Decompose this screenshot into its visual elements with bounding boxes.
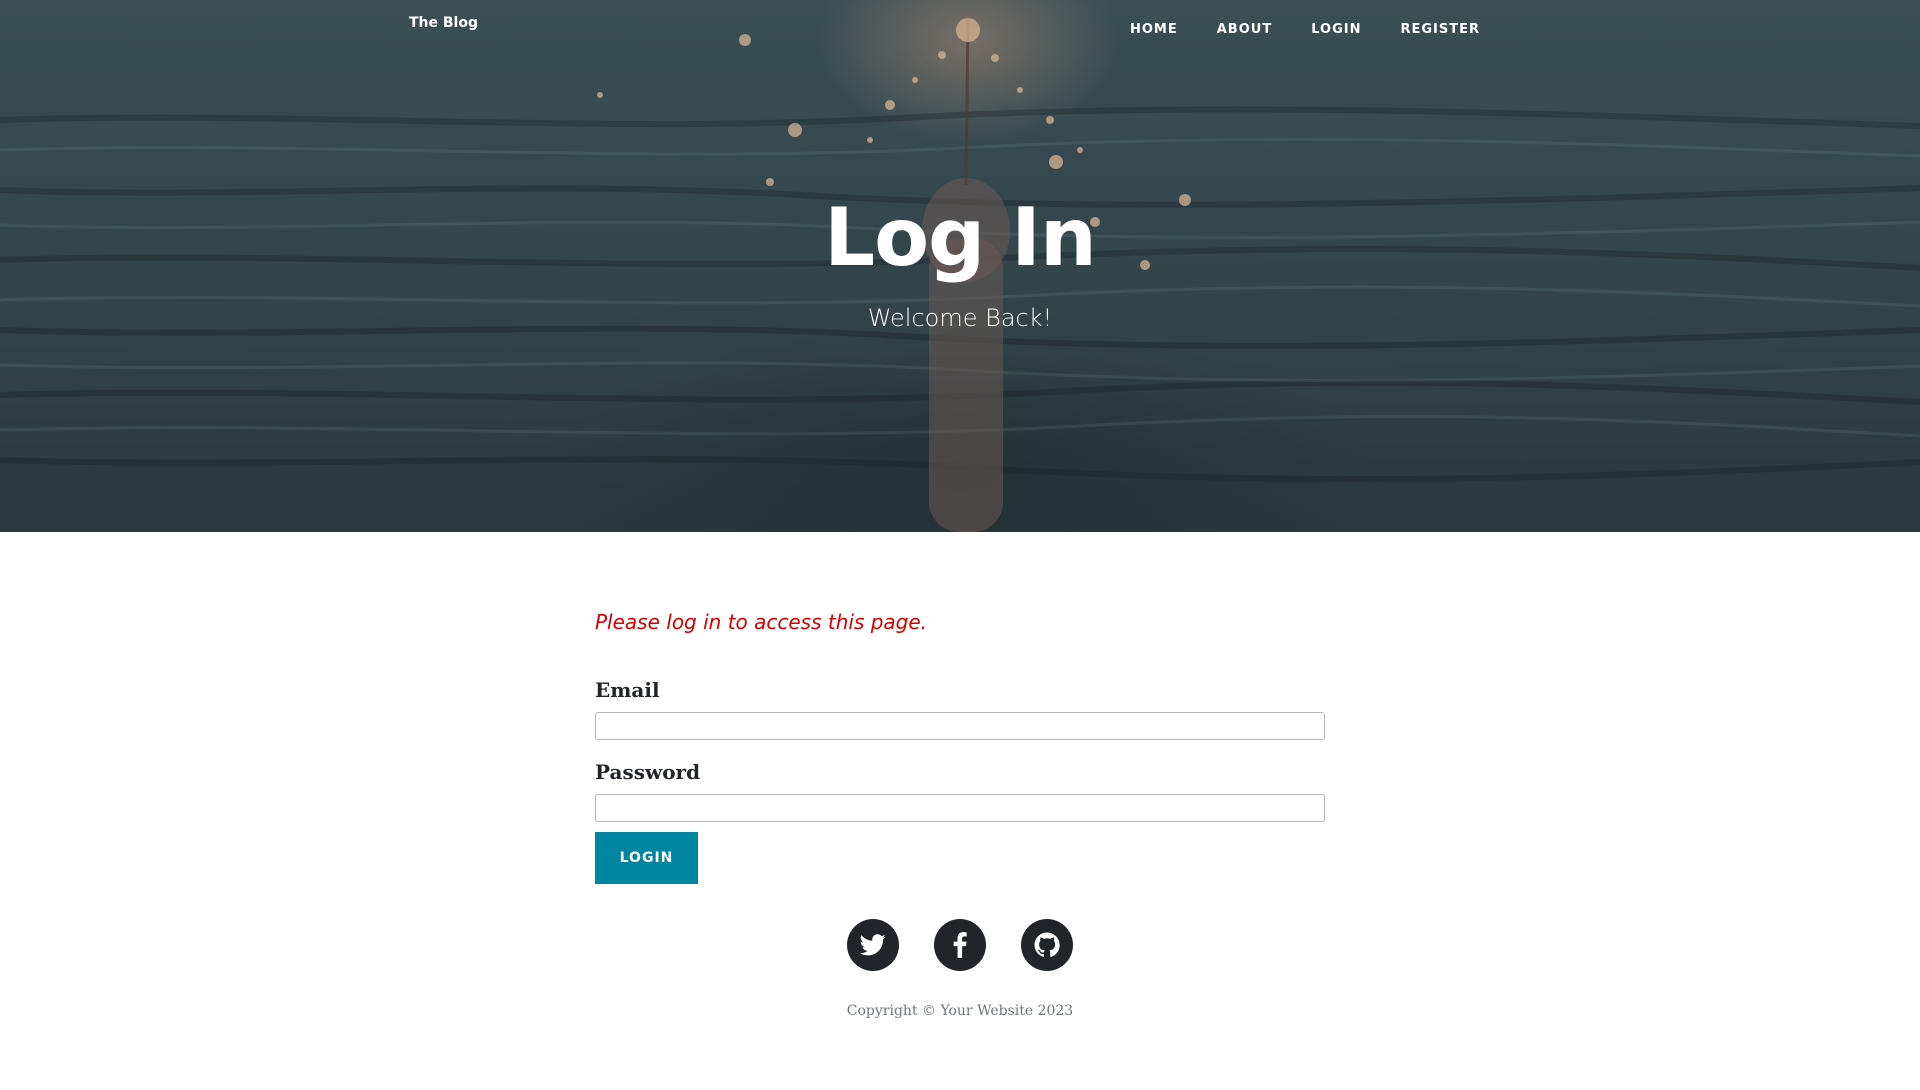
github-link[interactable] [1021, 919, 1073, 971]
page-header: The Blog HOME ABOUT LOGIN REGISTER Log I… [0, 0, 1920, 532]
email-label: Email [595, 678, 660, 702]
password-field[interactable] [595, 794, 1325, 822]
nav-link-home[interactable]: HOME [1130, 22, 1178, 37]
nav-link-login[interactable]: LOGIN [1311, 22, 1361, 37]
copyright-text: Copyright © Your Website 2023 [846, 1003, 1074, 1019]
login-form-section: Please log in to access this page. Email… [595, 610, 1325, 884]
brand-link[interactable]: The Blog [409, 15, 478, 31]
nav-link-register[interactable]: REGISTER [1400, 22, 1480, 37]
flash-message: Please log in to access this page. [595, 610, 928, 634]
facebook-icon [953, 932, 967, 958]
facebook-link[interactable] [934, 919, 986, 971]
social-links [0, 919, 1920, 971]
login-button[interactable]: LOGIN [595, 832, 698, 884]
page-subtitle: Welcome Back! [867, 304, 1053, 332]
main-nav: HOME ABOUT LOGIN REGISTER [1091, 22, 1480, 37]
github-icon [1034, 932, 1060, 957]
page-title: Log In [824, 191, 1097, 284]
twitter-link[interactable] [847, 919, 899, 971]
nav-link-about[interactable]: ABOUT [1217, 22, 1272, 37]
email-field[interactable] [595, 712, 1325, 740]
twitter-icon [860, 934, 886, 956]
login-form: Email Password LOGIN [595, 678, 1325, 884]
password-label: Password [595, 760, 701, 784]
